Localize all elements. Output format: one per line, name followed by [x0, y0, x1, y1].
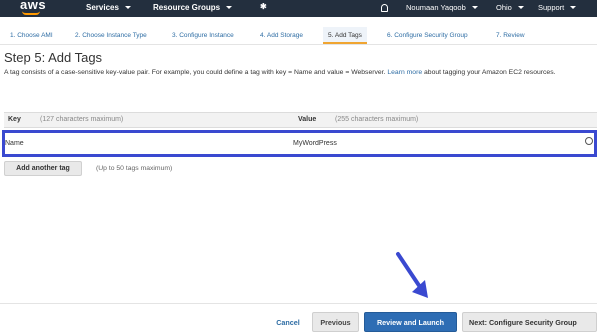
wizard-footer: Cancel Previous Review and Launch Next: …: [0, 303, 597, 336]
tags-table-header: Key (127 characters maximum) Value (255 …: [4, 112, 597, 128]
support-label: Support: [538, 3, 565, 12]
step-configure-instance[interactable]: 3. Configure Instance: [170, 27, 236, 44]
step-add-tags[interactable]: 5. Add Tags: [323, 27, 367, 44]
review-and-launch-button[interactable]: Review and Launch: [364, 312, 457, 332]
resource-groups-menu[interactable]: Resource Groups: [153, 3, 233, 12]
chevron-down-icon: [226, 6, 233, 9]
step-choose-ami[interactable]: 1. Choose AMI: [8, 27, 55, 44]
chevron-down-icon: [471, 6, 478, 9]
chevron-down-icon: [517, 6, 524, 9]
description-text: A tag consists of a case-sensitive key-v…: [4, 69, 386, 76]
add-tag-hint: (Up to 50 tags maximum): [96, 165, 173, 172]
key-column-header: Key: [8, 116, 21, 123]
pin-icon[interactable]: ✱: [260, 2, 267, 11]
chevron-down-icon: [124, 6, 131, 9]
tag-row-highlighted: [2, 130, 597, 157]
value-column-header: Value: [298, 116, 317, 123]
chevron-down-icon: [570, 6, 577, 9]
cancel-button[interactable]: Cancel: [268, 312, 308, 332]
value-column-hint: (255 characters maximum): [335, 116, 419, 123]
learn-more-link[interactable]: Learn more: [387, 69, 422, 76]
resource-groups-label: Resource Groups: [153, 3, 221, 12]
tag-key-input[interactable]: [5, 137, 275, 150]
step-configure-security-group[interactable]: 6. Configure Security Group: [385, 27, 470, 44]
previous-button[interactable]: Previous: [312, 312, 359, 332]
step-choose-instance-type[interactable]: 2. Choose Instance Type: [73, 27, 149, 44]
user-name: Noumaan Yaqoob: [406, 3, 466, 12]
remove-tag-icon[interactable]: [585, 137, 593, 145]
user-menu[interactable]: Noumaan Yaqoob: [406, 3, 478, 12]
key-column-hint: (127 characters maximum): [40, 116, 124, 123]
wizard-steps: 1. Choose AMI 2. Choose Instance Type 3.…: [0, 27, 597, 45]
tag-value-input[interactable]: [293, 137, 583, 150]
notifications-bell-icon[interactable]: [381, 4, 388, 12]
services-menu[interactable]: Services: [86, 3, 131, 12]
services-label: Services: [86, 3, 119, 12]
add-another-tag-button[interactable]: Add another tag: [4, 161, 82, 176]
step-add-storage[interactable]: 4. Add Storage: [258, 27, 305, 44]
top-navigation-bar: aws Services Resource Groups ✱ Noumaan Y…: [0, 0, 597, 17]
page-title: Step 5: Add Tags: [4, 50, 103, 65]
step-review[interactable]: 7. Review: [494, 27, 527, 44]
region-menu[interactable]: Ohio: [496, 3, 524, 12]
description-text-end: about tagging your Amazon EC2 resources.: [424, 69, 556, 76]
next-configure-security-group-button[interactable]: Next: Configure Security Group: [462, 312, 597, 332]
region-name: Ohio: [496, 3, 512, 12]
support-menu[interactable]: Support: [538, 3, 577, 12]
page-description: A tag consists of a case-sensitive key-v…: [4, 68, 597, 78]
aws-logo-smile-icon: [22, 11, 40, 15]
pointer-arrow-icon: [396, 252, 428, 298]
